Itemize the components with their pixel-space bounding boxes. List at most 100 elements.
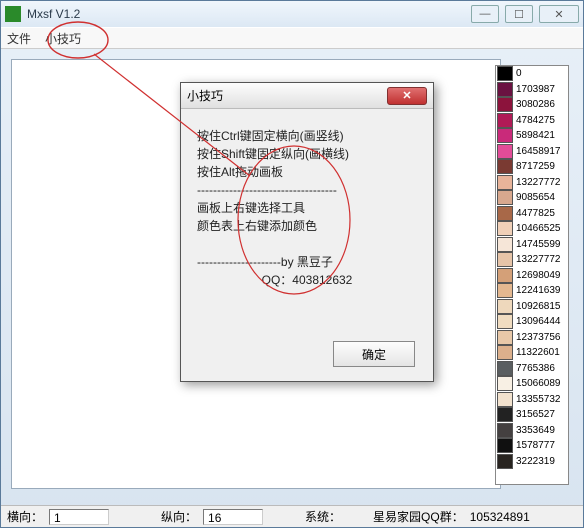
ok-button[interactable]: 确定 xyxy=(333,341,415,367)
maximize-button[interactable]: ☐ xyxy=(505,5,533,23)
color-value: 1703987 xyxy=(516,84,555,95)
palette-row[interactable]: 7765386 xyxy=(496,361,568,377)
status-group-label: 星易家园QQ群： xyxy=(373,508,464,525)
status-sys-label: 系统： xyxy=(305,508,341,525)
color-swatch[interactable] xyxy=(497,345,513,360)
color-swatch[interactable] xyxy=(497,252,513,267)
palette-row[interactable]: 13096444 xyxy=(496,314,568,330)
color-swatch[interactable] xyxy=(497,392,513,407)
palette-row[interactable]: 0 xyxy=(496,66,568,82)
palette-row[interactable]: 12241639 xyxy=(496,283,568,299)
color-value: 3222319 xyxy=(516,456,555,467)
palette-row[interactable]: 3156527 xyxy=(496,407,568,423)
color-value: 14745599 xyxy=(516,239,561,250)
color-swatch[interactable] xyxy=(497,330,513,345)
color-swatch[interactable] xyxy=(497,206,513,221)
color-swatch[interactable] xyxy=(497,190,513,205)
dialog-titlebar[interactable]: 小技巧 ✕ xyxy=(181,83,433,109)
color-value: 5898421 xyxy=(516,130,555,141)
color-swatch[interactable] xyxy=(497,407,513,422)
color-value: 9085654 xyxy=(516,192,555,203)
color-swatch[interactable] xyxy=(497,314,513,329)
color-value: 13096444 xyxy=(516,316,561,327)
color-swatch[interactable] xyxy=(497,376,513,391)
palette-row[interactable]: 1578777 xyxy=(496,438,568,454)
palette-row[interactable]: 8717259 xyxy=(496,159,568,175)
palette-row[interactable]: 12698049 xyxy=(496,268,568,284)
color-swatch[interactable] xyxy=(497,159,513,174)
color-value: 3353649 xyxy=(516,425,555,436)
color-value: 4784275 xyxy=(516,115,555,126)
color-value: 15066089 xyxy=(516,378,561,389)
status-h-value[interactable]: 1 xyxy=(49,509,109,525)
color-value: 16458917 xyxy=(516,146,561,157)
color-value: 3080286 xyxy=(516,99,555,110)
dialog-close-button[interactable]: ✕ xyxy=(387,87,427,105)
status-group-value: 105324891 xyxy=(470,510,530,524)
color-value: 13355732 xyxy=(516,394,561,405)
palette-row[interactable]: 13227772 xyxy=(496,175,568,191)
minimize-button[interactable]: — xyxy=(471,5,499,23)
dialog-title: 小技巧 xyxy=(187,87,387,104)
palette-row[interactable]: 3222319 xyxy=(496,454,568,470)
color-swatch[interactable] xyxy=(497,66,513,81)
color-value: 12373756 xyxy=(516,332,561,343)
color-swatch[interactable] xyxy=(497,361,513,376)
titlebar[interactable]: Mxsf V1.2 — ☐ ✕ xyxy=(1,1,583,27)
color-swatch[interactable] xyxy=(497,97,513,112)
palette-row[interactable]: 9085654 xyxy=(496,190,568,206)
palette-row[interactable]: 10466525 xyxy=(496,221,568,237)
status-h-label: 横向： xyxy=(7,508,43,525)
color-swatch[interactable] xyxy=(497,283,513,298)
color-value: 13227772 xyxy=(516,254,561,265)
palette-row[interactable]: 12373756 xyxy=(496,330,568,346)
color-value: 12241639 xyxy=(516,285,561,296)
palette-row[interactable]: 15066089 xyxy=(496,376,568,392)
color-swatch[interactable] xyxy=(497,144,513,159)
window-title: Mxsf V1.2 xyxy=(27,7,471,21)
menubar: 文件 小技巧 xyxy=(1,27,583,49)
color-swatch[interactable] xyxy=(497,175,513,190)
app-icon xyxy=(5,6,21,22)
status-v-label: 纵向： xyxy=(161,508,197,525)
menu-tips[interactable]: 小技巧 xyxy=(45,30,81,47)
palette-row[interactable]: 3080286 xyxy=(496,97,568,113)
status-v-value[interactable]: 16 xyxy=(203,509,263,525)
tip-line: 按住Ctrl键固定横向(画竖线) xyxy=(197,127,417,145)
color-swatch[interactable] xyxy=(497,423,513,438)
palette-row[interactable]: 11322601 xyxy=(496,345,568,361)
tip-sep: ----------------------------------- xyxy=(197,181,417,199)
color-swatch[interactable] xyxy=(497,128,513,143)
color-value: 11322601 xyxy=(516,347,560,358)
palette-row[interactable]: 1703987 xyxy=(496,82,568,98)
color-value: 7765386 xyxy=(516,363,555,374)
close-button[interactable]: ✕ xyxy=(539,5,579,23)
tip-qq: QQ：403812632 xyxy=(197,271,417,289)
color-swatch[interactable] xyxy=(497,454,513,469)
palette-row[interactable]: 13355732 xyxy=(496,392,568,408)
color-value: 4477825 xyxy=(516,208,555,219)
color-swatch[interactable] xyxy=(497,82,513,97)
color-value: 13227772 xyxy=(516,177,561,188)
color-swatch[interactable] xyxy=(497,438,513,453)
color-value: 1578777 xyxy=(516,440,555,451)
palette-row[interactable]: 3353649 xyxy=(496,423,568,439)
menu-file[interactable]: 文件 xyxy=(7,30,31,47)
palette-row[interactable]: 10926815 xyxy=(496,299,568,315)
color-swatch[interactable] xyxy=(497,299,513,314)
palette-row[interactable]: 14745599 xyxy=(496,237,568,253)
color-value: 10926815 xyxy=(516,301,561,312)
color-palette[interactable]: 0 1703987 3080286 4784275 5898421 16458917 871… xyxy=(495,65,569,485)
color-swatch[interactable] xyxy=(497,221,513,236)
color-value: 10466525 xyxy=(516,223,561,234)
color-swatch[interactable] xyxy=(497,237,513,252)
color-swatch[interactable] xyxy=(497,113,513,128)
tip-line: 按住Alt拖动画板 xyxy=(197,163,417,181)
palette-row[interactable]: 5898421 xyxy=(496,128,568,144)
palette-row[interactable]: 16458917 xyxy=(496,144,568,160)
tip-line: 按住Shift键固定纵向(画横线) xyxy=(197,145,417,163)
color-swatch[interactable] xyxy=(497,268,513,283)
palette-row[interactable]: 4784275 xyxy=(496,113,568,129)
palette-row[interactable]: 4477825 xyxy=(496,206,568,222)
palette-row[interactable]: 13227772 xyxy=(496,252,568,268)
